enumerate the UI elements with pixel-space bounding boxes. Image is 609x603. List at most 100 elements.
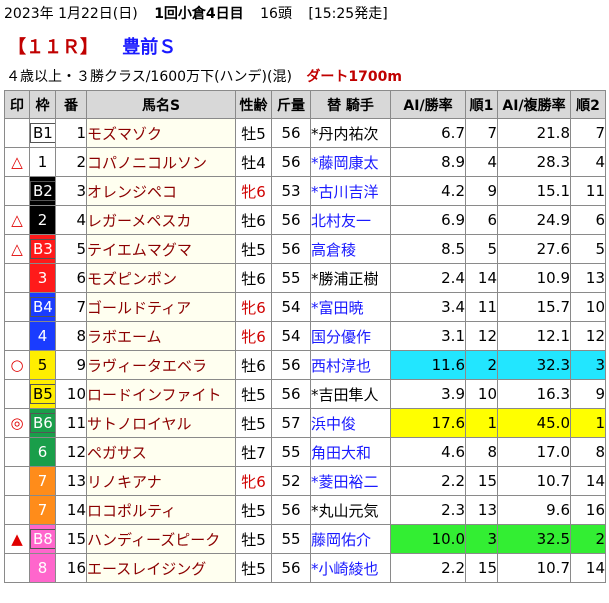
frame-label: 2 [37, 211, 48, 229]
jockey-name[interactable]: 北村友一 [310, 205, 391, 235]
jockey-name[interactable]: *富田暁 [310, 292, 391, 322]
table-row[interactable]: 4 8 ラボエーム 牝6 54 国分優作 3.1 12 12.1 12 [4, 321, 606, 351]
horse-name[interactable]: リノキアナ [86, 466, 236, 496]
table-row[interactable]: B1 1 モズマゾク 牡5 56 *丹内祐次 6.7 7 21.8 7 [4, 118, 606, 148]
sex-age: 牡5 [235, 524, 272, 554]
horse-name[interactable]: エースレイジング [86, 553, 236, 583]
ai-place-rate: 15.1 [497, 176, 571, 206]
horse-name[interactable]: オレンジペコ [86, 176, 236, 206]
horse-number: 5 [55, 234, 87, 264]
jockey-name[interactable]: *丸山元気 [310, 495, 391, 525]
horse-name[interactable]: ラヴィータエベラ [86, 350, 236, 380]
sex-age: 牡4 [235, 147, 272, 177]
frame-label: 7 [37, 472, 48, 490]
ai-place-rate: 27.6 [497, 234, 571, 264]
ai-win-rate: 3.4 [390, 292, 466, 322]
prediction-mark [4, 495, 30, 525]
table-row[interactable]: △ 2 4 レガーメペスカ 牡6 56 北村友一 6.9 6 24.9 6 [4, 205, 606, 235]
col-header-ai-place: AI/複勝率 [497, 90, 571, 119]
col-header-sex-age: 性齢 [235, 90, 272, 119]
ai-place-rate: 16.3 [497, 379, 571, 409]
place-rank: 3 [570, 350, 606, 380]
jockey-name[interactable]: *古川吉洋 [310, 176, 391, 206]
horse-name[interactable]: ラボエーム [86, 321, 236, 351]
prediction-mark [4, 466, 30, 496]
table-row[interactable]: ◎ B6 11 サトノロイヤル 牡5 57 浜中俊 17.6 1 45.0 1 [4, 408, 606, 438]
carried-weight: 54 [271, 321, 311, 351]
carried-weight: 56 [271, 350, 311, 380]
ai-place-rate: 32.3 [497, 350, 571, 380]
jockey-name[interactable]: *勝浦正樹 [310, 263, 391, 293]
table-row[interactable]: B5 10 ロードインファイト 牡5 56 *吉田隼人 3.9 10 16.3 9 [4, 379, 606, 409]
col-header-frame: 枠 [29, 90, 56, 119]
sex-age: 牡5 [235, 234, 272, 264]
race-name: 豊前Ｓ [122, 37, 177, 58]
ai-place-rate: 32.5 [497, 524, 571, 554]
race-number: 【１１Ｒ】 [8, 37, 98, 58]
jockey-name[interactable]: 藤岡佑介 [310, 524, 391, 554]
horse-name[interactable]: ペガサス [86, 437, 236, 467]
jockey-name[interactable]: *藤岡康太 [310, 147, 391, 177]
win-rank: 8 [465, 437, 498, 467]
table-row[interactable]: 7 13 リノキアナ 牝6 52 *菱田裕二 2.2 15 10.7 14 [4, 466, 606, 496]
frame-cell: B5 [29, 379, 56, 409]
jockey-name[interactable]: 浜中俊 [310, 408, 391, 438]
table-row[interactable]: 7 14 ロコポルティ 牡5 56 *丸山元気 2.3 13 9.6 16 [4, 495, 606, 525]
jockey-name[interactable]: 高倉稜 [310, 234, 391, 264]
frame-cell: 4 [29, 321, 56, 351]
carried-weight: 53 [271, 176, 311, 206]
sex-age: 牡6 [235, 350, 272, 380]
ai-win-rate: 2.3 [390, 495, 466, 525]
table-row[interactable]: ▲ B8 15 ハンディーズピーク 牡5 55 藤岡佑介 10.0 3 32.5 2 [4, 524, 606, 554]
horse-name[interactable]: ゴールドティア [86, 292, 236, 322]
jockey-name[interactable]: *丹内祐次 [310, 118, 391, 148]
horse-name[interactable]: ハンディーズピーク [86, 524, 236, 554]
win-rank: 14 [465, 263, 498, 293]
horse-name[interactable]: レガーメペスカ [86, 205, 236, 235]
jockey-name[interactable]: 角田大和 [310, 437, 391, 467]
table-row[interactable]: 6 12 ペガサス 牡7 55 角田大和 4.6 8 17.0 8 [4, 437, 606, 467]
table-row[interactable]: △ B3 5 テイエムマグマ 牡5 56 高倉稜 8.5 5 27.6 5 [4, 234, 606, 264]
horse-name[interactable]: コパノニコルソン [86, 147, 236, 177]
jockey-name[interactable]: *小崎綾也 [310, 553, 391, 583]
horse-number: 9 [55, 350, 87, 380]
horse-name[interactable]: ロコポルティ [86, 495, 236, 525]
table-row[interactable]: 3 6 モズピンポン 牡6 55 *勝浦正樹 2.4 14 10.9 13 [4, 263, 606, 293]
frame-cell: 8 [29, 553, 56, 583]
horse-name[interactable]: モズピンポン [86, 263, 236, 293]
sex-age: 牡7 [235, 437, 272, 467]
horse-name[interactable]: モズマゾク [86, 118, 236, 148]
race-title-line: 【１１Ｒ】 豊前Ｓ [8, 33, 176, 59]
horse-number: 12 [55, 437, 87, 467]
jockey-name[interactable]: *吉田隼人 [310, 379, 391, 409]
jockey-name[interactable]: 国分優作 [310, 321, 391, 351]
horse-name[interactable]: サトノロイヤル [86, 408, 236, 438]
horse-number: 14 [55, 495, 87, 525]
horse-name[interactable]: テイエムマグマ [86, 234, 236, 264]
ai-win-rate: 3.1 [390, 321, 466, 351]
jockey-name[interactable]: *菱田裕二 [310, 466, 391, 496]
table-row[interactable]: ○ 5 9 ラヴィータエベラ 牡6 56 西村淳也 11.6 2 32.3 3 [4, 350, 606, 380]
horse-name[interactable]: ロードインファイト [86, 379, 236, 409]
table-row[interactable]: △ 1 2 コパノニコルソン 牡4 56 *藤岡康太 8.9 4 28.3 4 [4, 147, 606, 177]
table-row[interactable]: B2 3 オレンジペコ 牝6 53 *古川吉洋 4.2 9 15.1 11 [4, 176, 606, 206]
place-rank: 12 [570, 321, 606, 351]
frame-label: B6 [30, 413, 55, 433]
ai-win-rate: 10.0 [390, 524, 466, 554]
prediction-mark: ◎ [4, 408, 30, 438]
table-row[interactable]: B4 7 ゴールドティア 牝6 54 *富田暁 3.4 11 15.7 10 [4, 292, 606, 322]
win-rank: 1 [465, 408, 498, 438]
race-conditions: ４歳以上・３勝クラス/1600万下(ハンデ)(混) [6, 69, 292, 85]
prediction-mark [4, 321, 30, 351]
table-row[interactable]: 8 16 エースレイジング 牡5 56 *小崎綾也 2.2 15 10.7 14 [4, 553, 606, 583]
race-header: 2023年 1月22日(日) 1回小倉4日目 16頭 [15:25発走] 【１１… [0, 0, 609, 92]
win-rank: 6 [465, 205, 498, 235]
col-header-mark: 印 [4, 90, 30, 119]
place-rank: 1 [570, 408, 606, 438]
ai-place-rate: 10.7 [497, 466, 571, 496]
prediction-mark: △ [4, 147, 30, 177]
frame-label: 1 [37, 153, 48, 171]
jockey-name[interactable]: 西村淳也 [310, 350, 391, 380]
frame-cell: B1 [29, 118, 56, 148]
win-rank: 15 [465, 466, 498, 496]
